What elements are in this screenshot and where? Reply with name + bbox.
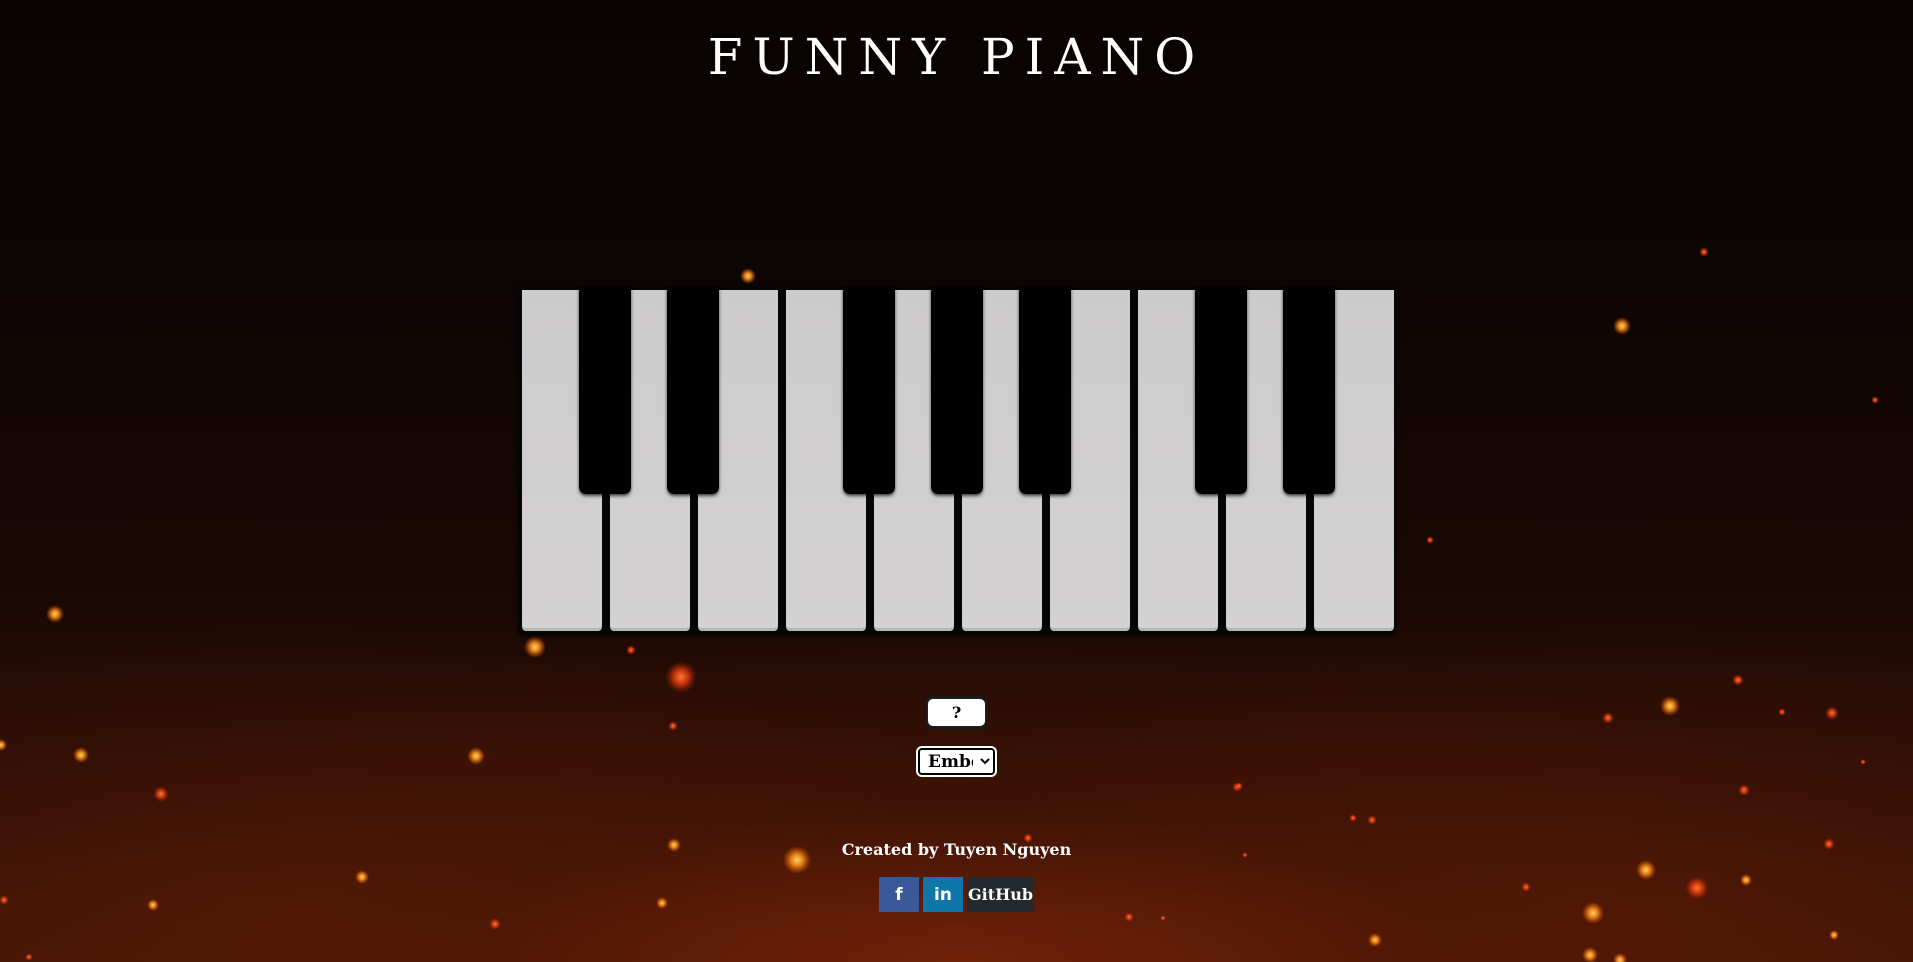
credit-text: Created by Tuyen Nguyen xyxy=(841,840,1072,859)
black-key[interactable] xyxy=(843,287,895,494)
black-key[interactable] xyxy=(1195,287,1247,494)
social-links: f in GitHub xyxy=(879,877,1034,912)
facebook-link[interactable]: f xyxy=(879,877,919,912)
black-key[interactable] xyxy=(1019,287,1071,494)
black-key[interactable] xyxy=(667,287,719,494)
theme-select[interactable]: Ember xyxy=(918,748,995,775)
black-key[interactable] xyxy=(579,287,631,494)
black-key[interactable] xyxy=(931,287,983,494)
black-key[interactable] xyxy=(1283,287,1335,494)
help-button[interactable]: ? xyxy=(927,698,986,727)
piano-keyboard xyxy=(518,287,1395,635)
page-title: FUNNY PIANO xyxy=(707,28,1206,86)
linkedin-link[interactable]: in xyxy=(923,877,963,912)
github-link[interactable]: GitHub xyxy=(967,877,1034,912)
